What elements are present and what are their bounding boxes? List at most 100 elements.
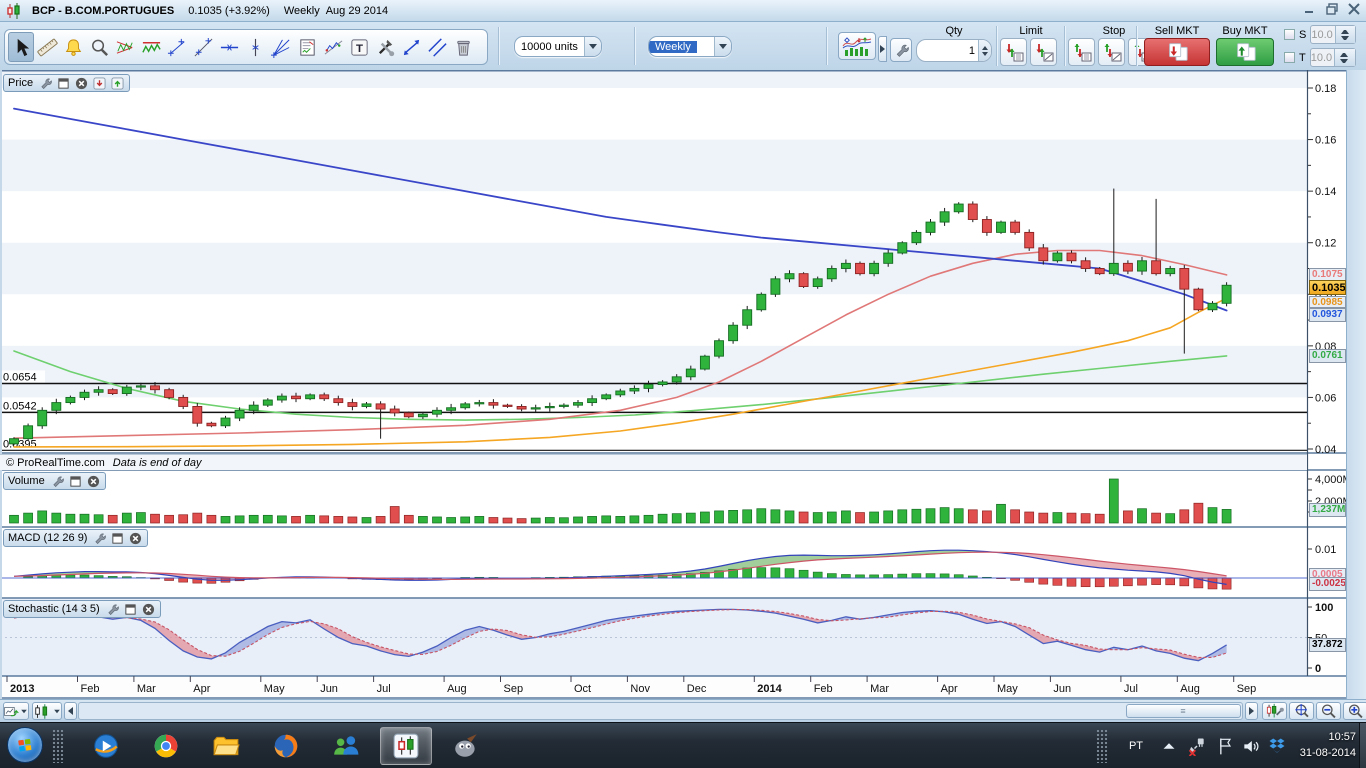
network-error-icon[interactable] [1186,735,1208,757]
ruler-tool-button[interactable] [34,32,60,62]
start-button[interactable] [7,727,43,763]
chart-scrollbar-track[interactable]: ≡ [78,702,1243,720]
scroll-right-button[interactable] [1245,702,1258,720]
wrench-icon[interactable] [50,474,65,489]
window-icon[interactable] [123,602,138,617]
right-panel-strip[interactable] [1346,70,1366,699]
show-desktop-button[interactable] [1359,723,1366,768]
taskbar-app-gimp[interactable] [440,727,492,765]
zoom-out-button[interactable] [1316,702,1341,720]
chart-tools-button[interactable] [1262,702,1287,720]
scroll-left-button[interactable] [64,702,77,720]
chart-display-button[interactable] [838,32,876,60]
stop-loss-stepper[interactable] [1334,26,1356,43]
sell-market-button[interactable] [1144,38,1210,66]
share-chart-button[interactable] [3,702,29,720]
volume-panel-header[interactable]: Volume [3,472,106,490]
patterns-tool-button[interactable] [112,32,138,62]
window-icon[interactable] [110,531,125,546]
order-limit-button[interactable] [1000,38,1027,66]
stop-loss-checkbox[interactable] [1284,29,1295,40]
volume-icon[interactable] [1240,735,1262,757]
window-icon[interactable] [56,76,71,91]
taskbar-app-firefox[interactable] [260,727,312,765]
parallel-lines-tool-button[interactable] [424,32,450,62]
zoom-in-button[interactable] [1343,702,1366,720]
horizontal-line-icon [220,43,238,51]
toolbox-tool-button[interactable] [372,32,398,62]
qty-value: 1 [968,44,975,57]
timeframe-dropdown[interactable]: Weekly [648,36,732,57]
target-checkbox[interactable] [1284,52,1295,63]
chart-area[interactable]: 0.06540.05420.03950.180.160.140.120.100.… [0,70,1352,699]
collapse-trading-panel-button[interactable] [878,36,887,62]
tray-grip[interactable] [1096,729,1108,763]
pointer-tool-button[interactable] [8,32,34,62]
price-panel-header[interactable]: Price [3,74,131,92]
wrench-icon[interactable] [105,602,120,617]
channel-tool-button[interactable] [138,32,164,62]
text-icon: T [350,38,368,56]
taskbar-app-prorealtime[interactable] [380,727,432,765]
alarm-tool-button[interactable] [60,32,86,62]
caret-up-icon[interactable] [1158,735,1180,757]
restore-button[interactable] [1326,3,1338,18]
close-icon[interactable] [128,531,143,546]
collapse-up-icon[interactable] [110,76,125,91]
x-axis-label: Mar [870,683,889,695]
title-bar[interactable]: BCP - B.COM.PORTUGUES 0.1035 (+3.92%) We… [0,0,1366,22]
taskbar-app-chrome[interactable] [140,727,192,765]
wrench-icon[interactable] [92,531,107,546]
semi-line-tool-button[interactable] [164,32,190,62]
x-axis-label: May [997,683,1018,695]
target-stepper[interactable] [1334,49,1355,66]
eraser-tool-button[interactable] [450,32,476,62]
action-flag-icon[interactable] [1214,735,1236,757]
trend-line-tool-button[interactable] [190,32,216,62]
collapse-down-icon[interactable] [92,76,107,91]
stochastic-panel-header[interactable]: Stochastic (14 3 5) [3,600,161,618]
wrench-icon[interactable] [38,76,53,91]
order-stop-diag-button[interactable] [1098,38,1125,66]
x-axis-label: Nov [630,683,650,695]
order-limit-diag-button[interactable] [1030,38,1057,66]
semi-line-icon [167,38,184,56]
horizontal-line-tool-button[interactable] [216,32,242,62]
units-dropdown[interactable]: 10000 units [514,36,602,57]
trend-line-icon [194,37,212,56]
close-icon[interactable] [74,76,89,91]
language-indicator[interactable]: PT [1122,735,1150,757]
fan-lines-tool-button[interactable] [268,32,294,62]
zigzag-tool-button[interactable] [320,32,346,62]
qty-input[interactable]: 1 [916,39,992,62]
vertical-line-tool-button[interactable] [242,32,268,62]
taskbar-clock[interactable]: 10:57 31-08-2014 [1294,729,1356,761]
close-icon[interactable] [141,602,156,617]
segment-tool-button[interactable] [398,32,424,62]
zoom-fit-button[interactable] [1289,702,1314,720]
chart-canvas[interactable]: 0.06540.05420.03950.180.160.140.120.100.… [0,70,1352,699]
target-input[interactable]: 10.0 [1309,48,1356,67]
analysis-tool-button[interactable] [294,32,320,62]
chart-scrollbar-thumb[interactable]: ≡ [1126,704,1241,718]
window-icon[interactable] [68,474,83,489]
taskbar-app-explorer[interactable] [200,727,252,765]
close-icon[interactable] [86,474,101,489]
stop-loss-input[interactable]: 10.0 [1310,25,1357,44]
buy-market-button[interactable] [1216,38,1274,66]
dropbox-icon[interactable] [1266,735,1288,757]
order-stop-button[interactable] [1068,38,1095,66]
trading-settings-button[interactable] [890,38,912,62]
taskbar-app-messenger[interactable] [320,727,372,765]
zoom-tool-button[interactable] [86,32,112,62]
taskbar: PT 10:57 31-08-2014 [0,722,1366,768]
objects-list-button[interactable] [32,702,62,720]
minimize-button[interactable] [1304,3,1316,18]
macd-panel-header[interactable]: MACD (12 26 9) [3,529,149,547]
close-window-button[interactable] [1348,3,1360,18]
text-tool-button[interactable]: T [346,32,372,62]
qty-stepper[interactable] [978,40,991,61]
taskbar-grip[interactable] [52,729,64,763]
taskbar-app-media-player[interactable] [80,727,132,765]
price-level-label: 0.0654 [3,372,37,384]
